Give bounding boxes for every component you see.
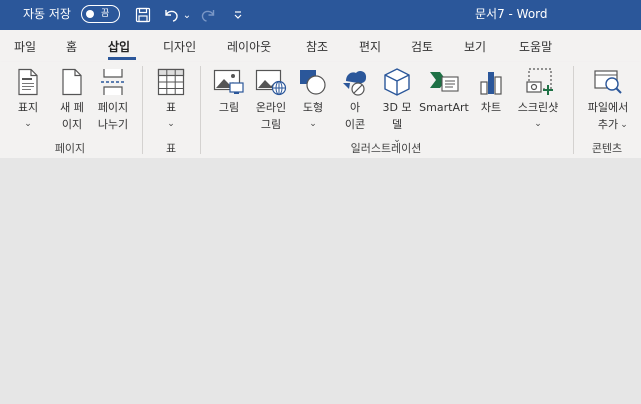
tab-mailings[interactable]: 편지 — [359, 39, 381, 55]
undo-dropdown-icon[interactable]: ⌄ — [182, 4, 192, 26]
smartart-button[interactable]: SmartArt — [419, 62, 469, 148]
group-label-illustrations: 일러스트레이션 — [350, 142, 422, 155]
autosave-label: 자동 저장 — [23, 7, 71, 21]
ribbon-tabs: 파일 홈 삽입 디자인 레이아웃 참조 편지 검토 보기 도움말 — [0, 30, 641, 62]
group-label-contents: 콘텐츠 — [591, 142, 623, 155]
cover-page-icon — [10, 67, 46, 97]
3d-models-label-line1: 3D 모 — [382, 101, 412, 114]
group-separator — [573, 66, 574, 154]
table-chevron-icon: ⌄ — [167, 119, 175, 129]
cube-icon — [378, 67, 416, 97]
cover-page-button[interactable]: 표지 ⌄ — [10, 62, 46, 148]
icons-icon — [338, 67, 372, 97]
icons-label-line1: 아 — [349, 101, 361, 114]
blank-page-label-line1: 새 페 — [60, 101, 84, 114]
tab-file[interactable]: 파일 — [14, 39, 36, 55]
online-pictures-label-line2: 그림 — [260, 118, 282, 131]
toggle-knob — [86, 10, 94, 18]
blank-page-button[interactable]: 새 페 이지 — [54, 62, 90, 148]
ribbon-insert: 표지 ⌄ 새 페 이지 페이지 나누기 페이지 표 ⌄ 표 그림 온라인 그림 … — [0, 62, 641, 158]
cover-page-label: 표지 — [17, 101, 39, 114]
table-icon — [154, 67, 188, 97]
customize-toolbar-icon[interactable] — [230, 4, 246, 26]
page-break-icon — [94, 67, 132, 97]
group-label-tables: 표 — [165, 142, 177, 155]
smartart-label: SmartArt — [419, 101, 469, 114]
document-canvas[interactable] — [0, 158, 641, 404]
save-icon[interactable] — [132, 4, 154, 26]
screenshot-icon — [514, 67, 562, 97]
add-from-file-chevron-icon: ⌄ — [620, 120, 628, 130]
page-break-label-line2: 나누기 — [97, 118, 129, 131]
add-from-file-label-line1: 파일에서 — [587, 101, 629, 114]
screenshot-chevron-icon: ⌄ — [534, 119, 542, 129]
blank-page-label-line2: 이지 — [61, 118, 83, 131]
screenshot-button[interactable]: 스크린샷 ⌄ — [514, 62, 562, 148]
3d-models-button[interactable]: 3D 모 델 ⌄ — [378, 62, 416, 148]
cover-page-chevron-icon: ⌄ — [24, 119, 32, 129]
icons-label-line2: 이콘 — [344, 118, 366, 131]
page-break-label-line1: 페이지 — [97, 101, 129, 114]
shapes-icon — [296, 67, 330, 97]
group-separator — [142, 66, 143, 154]
active-tab-indicator — [108, 57, 136, 60]
picture-icon — [212, 67, 246, 97]
table-button[interactable]: 표 ⌄ — [154, 62, 188, 148]
icons-button[interactable]: 아 이콘 — [338, 62, 372, 148]
undo-icon[interactable] — [160, 4, 182, 26]
tab-design[interactable]: 디자인 — [163, 39, 196, 55]
tab-layout[interactable]: 레이아웃 — [227, 39, 271, 55]
autosave-toggle[interactable]: 끔 — [81, 5, 120, 23]
3d-models-label-line2: 델 — [391, 118, 403, 131]
pictures-button[interactable]: 그림 — [212, 62, 246, 148]
add-from-file-icon — [585, 67, 631, 97]
tab-view[interactable]: 보기 — [464, 39, 486, 55]
tab-references[interactable]: 참조 — [306, 39, 328, 55]
document-title: 문서7 - Word — [475, 7, 548, 21]
group-separator — [200, 66, 201, 154]
autosave-state: 끔 — [101, 9, 110, 19]
chart-button[interactable]: 차트 — [474, 62, 508, 148]
tab-review[interactable]: 검토 — [411, 39, 433, 55]
add-from-file-button[interactable]: 파일에서 추가 ⌄ — [585, 62, 631, 148]
table-label: 표 — [165, 101, 177, 114]
redo-icon — [198, 4, 220, 26]
chart-label: 차트 — [480, 101, 502, 114]
online-pictures-label-line1: 온라인 — [255, 101, 287, 114]
shapes-label: 도형 — [302, 101, 324, 114]
page-break-button[interactable]: 페이지 나누기 — [94, 62, 132, 148]
screenshot-label: 스크린샷 — [517, 101, 559, 114]
tab-insert[interactable]: 삽입 — [108, 39, 130, 55]
title-bar: 자동 저장 끔 ⌄ 문서7 - Word — [0, 0, 641, 30]
blank-page-icon — [54, 67, 90, 97]
shapes-button[interactable]: 도형 ⌄ — [296, 62, 330, 148]
shapes-chevron-icon: ⌄ — [309, 119, 317, 129]
online-picture-icon — [252, 67, 290, 97]
chart-icon — [474, 67, 508, 97]
smartart-icon — [420, 67, 468, 97]
tab-help[interactable]: 도움말 — [519, 39, 552, 55]
online-pictures-button[interactable]: 온라인 그림 — [252, 62, 290, 148]
tab-home[interactable]: 홈 — [66, 39, 77, 55]
group-label-pages: 페이지 — [54, 142, 86, 155]
pictures-label: 그림 — [218, 101, 240, 114]
